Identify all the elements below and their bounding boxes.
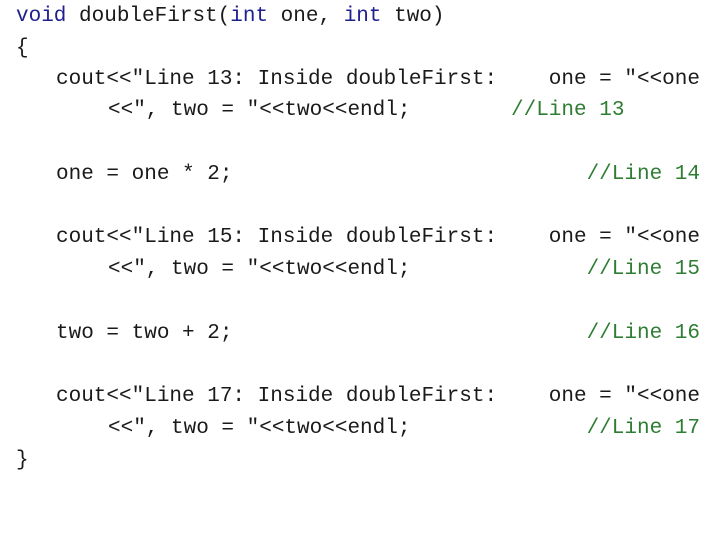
- cout-continuation: one = "<<one: [548, 68, 700, 91]
- code-line: two = two + 2; //Line 16: [0, 319, 720, 349]
- cout-statement: cout<<"Line 13: Inside doubleFirst:: [56, 68, 498, 91]
- code-line: <<", two = "<<two<<endl; //Line 13: [0, 96, 720, 126]
- code-line: cout<<"Line 15: Inside doubleFirst: one …: [0, 223, 720, 253]
- comment: //Line 14: [586, 163, 700, 186]
- comment: //Line 16: [586, 322, 700, 345]
- keyword-void: void: [16, 5, 67, 28]
- open-brace: {: [16, 37, 29, 60]
- comment: //Line 17: [586, 417, 700, 440]
- close-brace-line: }: [0, 446, 50, 476]
- param-two: two): [381, 5, 445, 28]
- open-brace-line: {: [0, 34, 50, 64]
- assignment-statement: two = two + 2;: [56, 322, 233, 345]
- function-signature: void doubleFirst(int one, int two): [0, 2, 445, 32]
- code-line: <<", two = "<<two<<endl; //Line 17: [0, 414, 720, 444]
- cout-statement: cout<<"Line 15: Inside doubleFirst:: [56, 226, 498, 249]
- comment: //Line 15: [586, 258, 700, 281]
- code-line: cout<<"Line 13: Inside doubleFirst: one …: [0, 65, 720, 95]
- cout-continuation: one = "<<one: [548, 226, 700, 249]
- cout-continuation: <<", two = "<<two<<endl;: [108, 258, 411, 281]
- keyword-int: int: [343, 5, 382, 28]
- close-brace: }: [16, 449, 29, 472]
- cout-continuation: one = "<<one: [548, 385, 700, 408]
- code-line: <<", two = "<<two<<endl; //Line 15: [0, 255, 720, 285]
- keyword-int: int: [230, 5, 269, 28]
- assignment-statement: one = one * 2;: [56, 163, 233, 186]
- param-one: one,: [268, 5, 344, 28]
- cout-continuation: <<", two = "<<two<<endl;: [108, 99, 411, 122]
- cout-statement: cout<<"Line 17: Inside doubleFirst:: [56, 385, 498, 408]
- code-line: cout<<"Line 17: Inside doubleFirst: one …: [0, 382, 720, 412]
- function-name: doubleFirst(: [66, 5, 231, 28]
- cout-continuation: <<", two = "<<two<<endl;: [108, 417, 411, 440]
- comment: //Line 13: [511, 99, 625, 122]
- code-line: one = one * 2; //Line 14: [0, 160, 720, 190]
